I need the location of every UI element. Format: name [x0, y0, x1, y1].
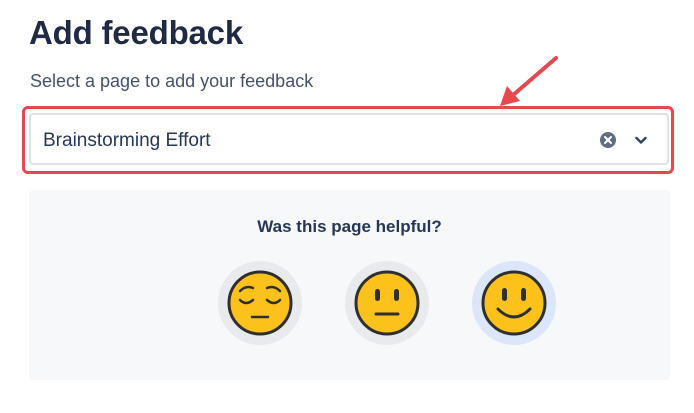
clear-icon[interactable]: [599, 131, 617, 149]
pensive-face-icon: [227, 270, 293, 336]
page-select-label: Select a page to add your feedback: [30, 71, 314, 91]
feedback-question: Was this page helpful?: [257, 217, 442, 236]
page-select[interactable]: Brainstorming Effort: [29, 113, 669, 165]
rating-neutral-button[interactable]: [345, 261, 429, 345]
feedback-panel: Was this page helpful?: [29, 190, 670, 380]
page-title: Add feedback: [29, 14, 243, 51]
rating-happy-button[interactable]: [472, 261, 556, 345]
annotation-arrow: [500, 56, 558, 106]
smiling-face-icon: [481, 270, 547, 336]
chevron-down-icon[interactable]: [633, 132, 649, 148]
neutral-face-icon: [354, 270, 420, 336]
rating-unhappy-button[interactable]: [218, 261, 302, 345]
page-select-value: Brainstorming Effort: [43, 130, 211, 151]
